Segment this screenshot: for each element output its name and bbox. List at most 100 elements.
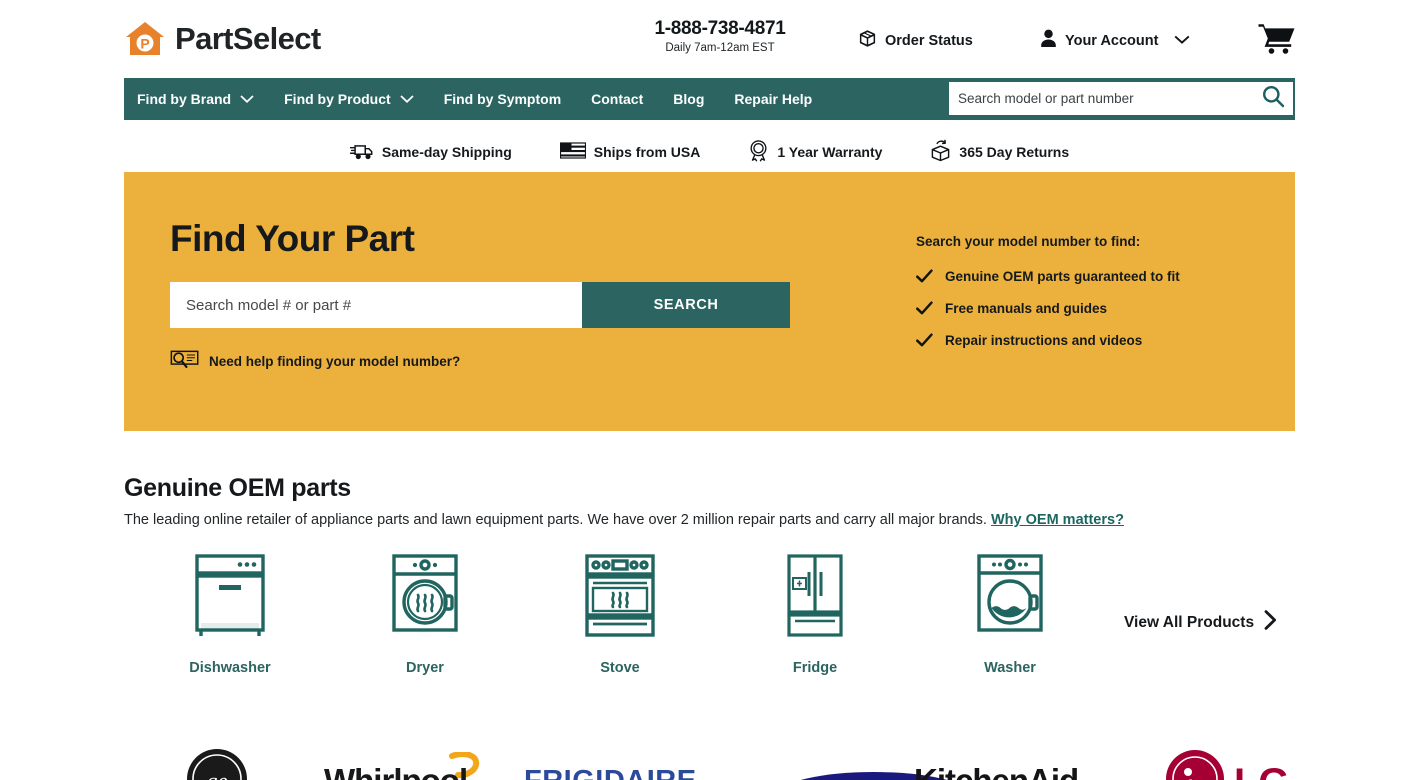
- site-logo-text: PartSelect: [175, 21, 321, 56]
- order-status-label: Order Status: [885, 32, 973, 49]
- svg-text:KitchenAid: KitchenAid: [914, 762, 1078, 780]
- nav-item-find-by-brand[interactable]: Find by Brand: [137, 91, 254, 107]
- view-all-products-link[interactable]: View All Products: [1124, 610, 1277, 635]
- checkmark-icon: [916, 333, 933, 351]
- trust-badges: Same-day Shipping Ships from USA 1 Year …: [124, 132, 1295, 172]
- whirlpool-logo-icon[interactable]: Whirlpool: [324, 751, 514, 780]
- shopping-cart-icon[interactable]: [1258, 22, 1296, 59]
- nav-item-label: Repair Help: [734, 91, 813, 107]
- svg-text:LG: LG: [1234, 761, 1290, 780]
- hero-search-bar: SEARCH: [170, 282, 790, 328]
- chevron-down-icon: [240, 91, 254, 107]
- category-label: Stove: [600, 660, 640, 676]
- oem-section-description: The leading online retailer of appliance…: [124, 512, 1124, 528]
- checkmark-icon: [916, 301, 933, 319]
- phone-hours: Daily 7am-12am EST: [665, 42, 775, 54]
- brand-logo-strip: ge Whirlpool FRIGIDAIRE SAMSUNG KitchenA…: [124, 748, 1295, 780]
- trust-badge-ships-from-usa: Ships from USA: [559, 141, 701, 163]
- partselect-homepage: P PartSelect 1-888-738-4871 Daily 7am-12…: [0, 0, 1420, 780]
- washer-icon: [950, 548, 1070, 640]
- why-oem-matters-link[interactable]: Why OEM matters?: [991, 512, 1124, 528]
- svg-text:ge: ge: [207, 768, 228, 780]
- nav-search-bar: [949, 82, 1293, 115]
- category-dryer[interactable]: Dryer: [365, 548, 485, 676]
- nav-item-find-by-product[interactable]: Find by Product: [284, 91, 414, 107]
- nav-item-repair-help[interactable]: Repair Help: [734, 91, 812, 107]
- hero-find-your-part: Find Your Part SEARCH Need help finding …: [124, 172, 1295, 431]
- site-logo[interactable]: P PartSelect: [124, 18, 321, 60]
- hero-search-button[interactable]: SEARCH: [582, 282, 790, 328]
- frigidaire-logo-icon[interactable]: FRIGIDAIRE: [524, 760, 724, 780]
- oem-description-text: The leading online retailer of appliance…: [124, 512, 987, 528]
- lg-logo-icon[interactable]: L LG: [1164, 748, 1295, 780]
- nav-item-find-by-symptom[interactable]: Find by Symptom: [444, 91, 561, 107]
- checkmark-icon: [916, 269, 933, 287]
- account-label: Your Account: [1065, 32, 1159, 49]
- hero-benefit-label: Genuine OEM parts guaranteed to fit: [945, 269, 1180, 284]
- delivery-truck-icon: [349, 141, 374, 164]
- svg-text:Whirlpool: Whirlpool: [324, 762, 467, 780]
- kitchenaid-logo-icon[interactable]: KitchenAid: [914, 756, 1114, 780]
- hero-benefit-item: Genuine OEM parts guaranteed to fit: [916, 269, 1180, 287]
- nav-item-blog[interactable]: Blog: [673, 91, 704, 107]
- category-label: Fridge: [792, 660, 838, 676]
- order-status-link[interactable]: Order Status: [858, 29, 973, 52]
- oem-section-title: Genuine OEM parts: [124, 474, 351, 502]
- category-washer[interactable]: Washer: [950, 548, 1070, 676]
- trust-badge-label: 1 Year Warranty: [777, 144, 883, 160]
- category-label: Dishwasher: [189, 660, 271, 676]
- nav-item-label: Contact: [591, 91, 644, 107]
- hero-title: Find Your Part: [170, 218, 415, 259]
- account-menu[interactable]: Your Account: [1040, 29, 1190, 52]
- category-fridge[interactable]: Fridge: [755, 548, 875, 676]
- box-icon: [858, 29, 877, 52]
- main-navigation: Find by Brand Find by Product Find by Sy…: [124, 78, 1295, 120]
- model-number-help-label: Need help finding your model number?: [209, 354, 461, 369]
- site-header: P PartSelect 1-888-738-4871 Daily 7am-12…: [0, 0, 1420, 78]
- view-all-products-label: View All Products: [1124, 613, 1255, 631]
- stove-icon: [560, 548, 680, 640]
- chevron-right-icon: [1264, 610, 1277, 635]
- category-dishwasher[interactable]: Dishwasher: [170, 548, 290, 676]
- category-label: Washer: [984, 660, 1036, 676]
- trust-badge-returns: 365 Day Returns: [930, 139, 1069, 165]
- hero-benefit-item: Free manuals and guides: [916, 301, 1180, 319]
- trust-badge-label: Same-day Shipping: [381, 144, 512, 160]
- fridge-icon: [755, 548, 875, 640]
- trust-badge-label: Ships from USA: [593, 144, 701, 160]
- category-stove[interactable]: Stove: [560, 548, 680, 676]
- ge-logo-icon[interactable]: ge: [186, 748, 248, 780]
- chevron-down-icon: [1174, 33, 1190, 49]
- trust-badge-warranty: 1 Year Warranty: [748, 139, 883, 165]
- nav-item-label: Find by Brand: [137, 91, 232, 107]
- hero-search-input[interactable]: [170, 282, 582, 328]
- phone-number[interactable]: 1-888-738-4871: [612, 18, 828, 40]
- return-box-icon: [930, 139, 951, 165]
- trust-badge-same-day-shipping: Same-day Shipping: [349, 141, 512, 164]
- person-icon: [1040, 29, 1057, 52]
- hero-benefit-item: Repair instructions and videos: [916, 333, 1180, 351]
- house-p-logo-icon: P: [124, 18, 166, 60]
- nav-item-label: Find by Product: [284, 91, 391, 107]
- nav-search-input[interactable]: [949, 83, 1253, 114]
- header-phone-block[interactable]: 1-888-738-4871 Daily 7am-12am EST: [612, 18, 828, 54]
- svg-text:FRIGIDAIRE: FRIGIDAIRE: [524, 765, 697, 780]
- svg-text:P: P: [140, 36, 149, 52]
- nav-item-label: Blog: [673, 91, 705, 107]
- trust-badge-label: 365 Day Returns: [959, 144, 1070, 160]
- model-number-magnifier-icon: [170, 350, 200, 373]
- dishwasher-icon: [170, 548, 290, 640]
- nav-item-contact[interactable]: Contact: [591, 91, 643, 107]
- hero-benefits-heading: Search your model number to find:: [916, 234, 1141, 249]
- nav-search-button[interactable]: [1253, 82, 1293, 115]
- search-icon: [1261, 84, 1285, 113]
- model-number-help-link[interactable]: Need help finding your model number?: [170, 350, 460, 373]
- hero-benefits: Search your model number to find: Genuin…: [916, 234, 1180, 365]
- usa-flag-icon: [559, 141, 586, 163]
- nav-item-label: Find by Symptom: [443, 91, 562, 107]
- warranty-ribbon-icon: [748, 139, 769, 165]
- product-category-row: Dishwasher Dryer Stove Fridge Washer Vie…: [124, 548, 1295, 688]
- hero-benefit-label: Free manuals and guides: [945, 301, 1108, 316]
- category-label: Dryer: [406, 660, 444, 676]
- chevron-down-icon: [400, 91, 414, 107]
